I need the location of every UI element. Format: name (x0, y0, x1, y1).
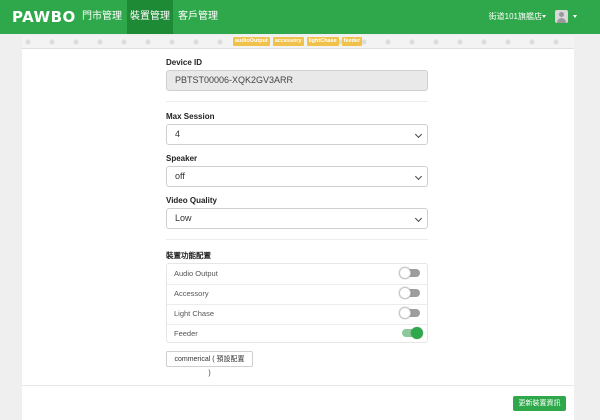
feeder-toggle[interactable] (402, 327, 423, 339)
toggle-knob (399, 267, 411, 279)
nav-store-management-label: 門市管理 (82, 11, 122, 22)
store-chevron-down-icon[interactable] (542, 15, 546, 18)
feature-label: Light Chase (174, 309, 215, 318)
toggle-knob (411, 327, 423, 339)
feature-tags: audioOutput accessory lightChase feeder (233, 37, 363, 46)
feature-row-feeder: Feeder (167, 324, 427, 344)
accessory-toggle[interactable] (399, 287, 420, 299)
feature-row-light-chase: Light Chase (167, 304, 427, 325)
speaker-label: Speaker (166, 154, 198, 163)
top-navbar: PAWBO 門市管理 裝置管理 客戶管理 街道101旗艦店 (0, 0, 600, 34)
feature-tag: feeder (341, 37, 363, 46)
pattern-banner: audioOutput accessory lightChase feeder (22, 36, 574, 49)
chevron-down-icon (414, 130, 423, 139)
nav-device-management[interactable]: 裝置管理 (127, 0, 173, 34)
nav-device-management-label: 裝置管理 (130, 11, 170, 22)
video-quality-label: Video Quality (166, 196, 217, 205)
toggle-knob (399, 307, 411, 319)
video-quality-select[interactable]: Low (166, 208, 428, 229)
nav-customer-management[interactable]: 客戶管理 (173, 0, 223, 34)
chevron-down-icon (414, 214, 423, 223)
feature-tag: audioOutput (233, 37, 270, 46)
feature-config-title: 裝置功能配置 (166, 251, 211, 260)
user-menu-chevron-down-icon[interactable] (573, 15, 577, 18)
feature-config-list: Audio Output Accessory Light Chase Feede… (166, 263, 428, 343)
toggle-knob (399, 287, 411, 299)
device-settings-card: Device ID PBTST00006-XQK2GV3ARR Max Sess… (22, 49, 574, 420)
device-id-field: PBTST00006-XQK2GV3ARR (166, 70, 428, 91)
pawbo-logo[interactable]: PAWBO (12, 8, 76, 26)
nav-customer-management-label: 客戶管理 (178, 11, 218, 22)
video-quality-value: Low (175, 213, 192, 223)
divider (166, 101, 428, 102)
device-id-label: Device ID (166, 58, 203, 67)
divider (22, 385, 574, 386)
update-device-button[interactable]: 更新裝置資訊 (513, 396, 566, 411)
audio-output-toggle[interactable] (399, 267, 420, 279)
feature-tag: accessory (272, 37, 304, 46)
divider (166, 239, 428, 240)
feature-row-accessory: Accessory (167, 284, 427, 305)
feature-label: Feeder (174, 329, 198, 338)
max-session-label: Max Session (166, 112, 215, 121)
feature-tag: lightChase (306, 37, 339, 46)
feature-label: Audio Output (174, 269, 218, 278)
feature-row-audio-output: Audio Output (167, 264, 427, 285)
feature-label: Accessory (174, 289, 209, 298)
nav-store-management[interactable]: 門市管理 (77, 0, 127, 34)
store-selector[interactable]: 街道101旗艦店 (489, 0, 542, 34)
chevron-down-icon (414, 172, 423, 181)
speaker-select[interactable]: off (166, 166, 428, 187)
user-avatar-icon[interactable] (555, 10, 568, 23)
light-chase-toggle[interactable] (399, 307, 420, 319)
store-name: 街道101旗艦店 (488, 12, 542, 21)
device-id-value: PBTST00006-XQK2GV3ARR (175, 75, 294, 85)
max-session-select[interactable]: 4 (166, 124, 428, 145)
max-session-value: 4 (175, 129, 181, 139)
speaker-value: off (175, 171, 185, 181)
commercial-preset-button[interactable]: commerical ( 預設配置 ) (166, 351, 253, 377)
